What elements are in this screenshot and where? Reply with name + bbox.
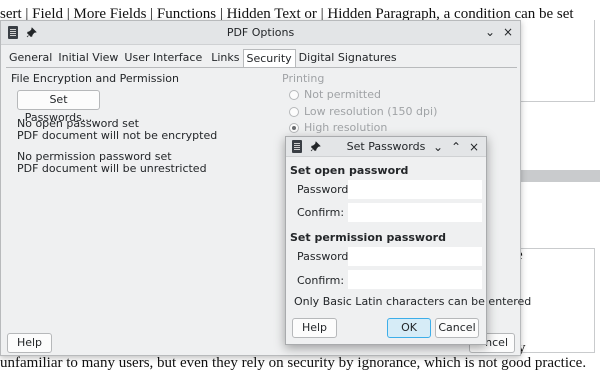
open-password-detail: PDF document will not be encrypted xyxy=(17,129,218,142)
radio-high-resolution[interactable] xyxy=(289,123,299,133)
tab-initial-view[interactable]: Initial View xyxy=(55,49,121,67)
radio-not-permitted[interactable] xyxy=(289,90,299,100)
printing-option-low-resolution: Low resolution (150 dpi) xyxy=(304,105,438,118)
file-encryption-heading: File Encryption and Permission xyxy=(11,72,179,85)
permission-confirm-input[interactable] xyxy=(348,270,482,289)
permission-password-detail: PDF document will be unrestricted xyxy=(17,162,207,175)
tab-security[interactable]: Security xyxy=(242,49,296,67)
printing-option-not-permitted: Not permitted xyxy=(304,88,381,101)
permission-password-heading: Set permission password xyxy=(290,231,446,244)
ok-button[interactable]: OK xyxy=(387,318,431,338)
chevron-up-icon[interactable]: ⌃ xyxy=(448,139,464,155)
tab-digital-signatures[interactable]: Digital Signatures xyxy=(296,49,400,67)
help-button[interactable]: Help xyxy=(7,333,52,353)
tab-bar: General Initial View User Interface Link… xyxy=(6,49,400,67)
radio-low-resolution[interactable] xyxy=(289,107,299,117)
open-password-label: Password: xyxy=(297,183,353,196)
document-text-bottom: unfamiliar to many users, but even they … xyxy=(0,355,587,371)
pdf-options-titlebar[interactable]: PDF Options ⌄ × xyxy=(1,21,520,45)
open-password-heading: Set open password xyxy=(290,164,409,177)
printing-heading: Printing xyxy=(282,72,325,85)
document-shaded-band xyxy=(520,170,600,182)
help-button[interactable]: Help xyxy=(292,318,337,338)
chevron-down-icon[interactable]: ⌄ xyxy=(482,24,498,40)
permission-confirm-label: Confirm: xyxy=(297,274,345,287)
open-confirm-input[interactable] xyxy=(348,203,482,222)
tab-general[interactable]: General xyxy=(6,49,55,67)
cancel-button[interactable]: Cancel xyxy=(435,318,479,338)
tab-user-interface[interactable]: User Interface xyxy=(121,49,205,67)
permission-password-input[interactable] xyxy=(348,247,482,266)
basic-latin-note: Only Basic Latin characters can be enter… xyxy=(294,295,532,308)
close-icon[interactable]: × xyxy=(500,24,516,40)
open-confirm-label: Confirm: xyxy=(297,206,345,219)
tab-links[interactable]: Links xyxy=(205,49,242,67)
close-icon[interactable]: × xyxy=(466,139,482,155)
document-frame xyxy=(515,20,595,102)
permission-password-label: Password: xyxy=(297,250,353,263)
open-password-input[interactable] xyxy=(348,180,482,199)
pdf-options-title: PDF Options xyxy=(226,26,295,39)
set-passwords-dialog: Set Passwords ⌄ ⌃ × Set open password Pa… xyxy=(285,136,531,345)
chevron-down-icon[interactable]: ⌄ xyxy=(430,139,446,155)
set-passwords-titlebar[interactable]: Set Passwords ⌄ ⌃ × xyxy=(286,137,486,157)
printing-option-high-resolution: High resolution xyxy=(304,121,388,134)
set-passwords-button[interactable]: Set Passwords... xyxy=(17,90,100,124)
